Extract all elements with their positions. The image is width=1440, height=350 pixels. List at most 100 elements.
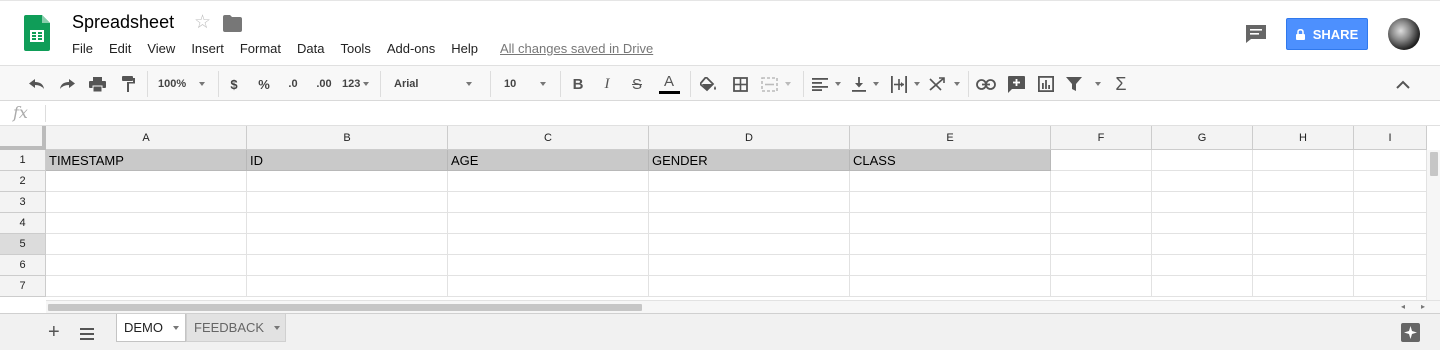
cell-h2[interactable] [1253, 171, 1354, 192]
wrap-icon[interactable] [891, 66, 921, 102]
column-header-h[interactable]: H [1253, 126, 1354, 150]
scroll-left-icon[interactable]: ◂ [1401, 302, 1405, 311]
cell-i2[interactable] [1354, 171, 1427, 192]
cell-b5[interactable] [247, 234, 448, 255]
row-header-1[interactable]: 1 [0, 150, 46, 171]
undo-icon[interactable] [27, 66, 47, 102]
column-header-i[interactable]: I [1354, 126, 1427, 150]
menu-format[interactable]: Format [240, 41, 281, 57]
cell-b6[interactable] [247, 255, 448, 276]
filter-icon[interactable] [1066, 66, 1102, 102]
column-header-e[interactable]: E [850, 126, 1051, 150]
select-all-corner[interactable] [0, 126, 46, 150]
chevron-down-icon[interactable] [274, 325, 281, 330]
row-header-5[interactable]: 5 [0, 234, 46, 255]
column-header-c[interactable]: C [448, 126, 649, 150]
formula-input[interactable] [52, 101, 1432, 125]
cell-c1[interactable]: AGE [448, 150, 649, 171]
menu-data[interactable]: Data [297, 41, 324, 57]
scroll-right-icon[interactable]: ▸ [1421, 302, 1425, 311]
cell-g7[interactable] [1152, 276, 1253, 297]
row-header-2[interactable]: 2 [0, 171, 46, 192]
cell-c5[interactable] [448, 234, 649, 255]
sheet-tab-feedback[interactable]: FEEDBACK [186, 314, 286, 342]
cell-b1[interactable]: ID [247, 150, 448, 171]
percent-button[interactable]: % [255, 66, 273, 102]
share-button[interactable]: SHARE [1286, 18, 1368, 50]
strikethrough-icon[interactable]: S [629, 66, 645, 102]
cell-a1[interactable]: TIMESTAMP [46, 150, 247, 171]
cell-f3[interactable] [1051, 192, 1152, 213]
cell-c3[interactable] [448, 192, 649, 213]
cell-a6[interactable] [46, 255, 247, 276]
horizontal-scrollbar[interactable]: ◂ ▸ [46, 300, 1440, 313]
cell-g5[interactable] [1152, 234, 1253, 255]
column-header-a[interactable]: A [46, 126, 247, 150]
sheet-tab-demo[interactable]: DEMO [116, 314, 186, 342]
zoom-select[interactable]: 100% [158, 66, 212, 102]
menu-add-ons[interactable]: Add-ons [387, 41, 435, 57]
more-formats-select[interactable]: 123 [342, 66, 372, 102]
cell-g4[interactable] [1152, 213, 1253, 234]
cell-d1[interactable]: GENDER [649, 150, 850, 171]
cell-e1[interactable]: CLASS [850, 150, 1051, 171]
fill-color-icon[interactable] [699, 66, 717, 102]
link-icon[interactable] [975, 66, 997, 102]
cell-d5[interactable] [649, 234, 850, 255]
font-size-select[interactable]: 10 [504, 66, 552, 102]
cell-h1[interactable] [1253, 150, 1354, 171]
menu-view[interactable]: View [147, 41, 175, 57]
cell-f1[interactable] [1051, 150, 1152, 171]
explore-icon[interactable] [1401, 323, 1420, 342]
cell-f2[interactable] [1051, 171, 1152, 192]
chevron-down-icon[interactable] [173, 325, 179, 330]
row-header-6[interactable]: 6 [0, 255, 46, 276]
decrease-decimal-button[interactable]: .0 [284, 66, 302, 102]
collapse-icon[interactable] [1394, 66, 1412, 102]
merge-icon[interactable] [761, 66, 791, 102]
borders-icon[interactable] [731, 66, 749, 102]
all-sheets-icon[interactable] [80, 327, 94, 340]
column-header-b[interactable]: B [247, 126, 448, 150]
comment-icon[interactable] [1006, 66, 1026, 102]
cell-f5[interactable] [1051, 234, 1152, 255]
cell-b7[interactable] [247, 276, 448, 297]
cell-e6[interactable] [850, 255, 1051, 276]
functions-icon[interactable]: Σ [1112, 66, 1130, 102]
save-status-link[interactable]: All changes saved in Drive [500, 41, 653, 57]
cell-g2[interactable] [1152, 171, 1253, 192]
column-header-g[interactable]: G [1152, 126, 1253, 150]
menu-tools[interactable]: Tools [340, 41, 370, 57]
cell-i1[interactable] [1354, 150, 1427, 171]
paint-format-icon[interactable] [118, 66, 138, 102]
cell-d6[interactable] [649, 255, 850, 276]
cell-e5[interactable] [850, 234, 1051, 255]
row-header-3[interactable]: 3 [0, 192, 46, 213]
menu-help[interactable]: Help [451, 41, 478, 57]
cell-h7[interactable] [1253, 276, 1354, 297]
cell-e4[interactable] [850, 213, 1051, 234]
sheets-logo-icon[interactable] [24, 15, 50, 51]
cell-e2[interactable] [850, 171, 1051, 192]
cell-i5[interactable] [1354, 234, 1427, 255]
add-sheet-icon[interactable]: + [48, 322, 60, 342]
valign-icon[interactable] [852, 66, 882, 102]
cell-c4[interactable] [448, 213, 649, 234]
cell-b4[interactable] [247, 213, 448, 234]
star-icon[interactable]: ☆ [194, 11, 211, 35]
cell-b2[interactable] [247, 171, 448, 192]
font-select[interactable]: Arial [394, 66, 484, 102]
cell-b3[interactable] [247, 192, 448, 213]
menu-edit[interactable]: Edit [109, 41, 131, 57]
bold-icon[interactable]: B [570, 66, 586, 102]
menu-insert[interactable]: Insert [191, 41, 224, 57]
increase-decimal-button[interactable]: .00 [313, 66, 335, 102]
cell-f7[interactable] [1051, 276, 1152, 297]
document-title[interactable]: Spreadsheet [72, 12, 174, 33]
cell-c6[interactable] [448, 255, 649, 276]
cell-f4[interactable] [1051, 213, 1152, 234]
cell-e3[interactable] [850, 192, 1051, 213]
menu-file[interactable]: File [72, 41, 93, 57]
currency-button[interactable]: $ [227, 66, 241, 102]
cell-h6[interactable] [1253, 255, 1354, 276]
